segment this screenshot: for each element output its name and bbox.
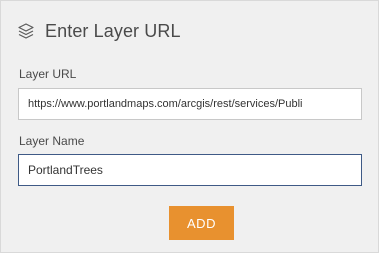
layer-name-input[interactable] xyxy=(18,154,362,186)
layer-url-input[interactable] xyxy=(18,88,362,120)
layer-name-label: Layer Name xyxy=(19,134,85,148)
enter-layer-url-panel: Enter Layer URL Layer URL Layer Name ADD xyxy=(0,0,379,253)
layers-icon xyxy=(17,22,35,40)
layer-url-label: Layer URL xyxy=(19,67,77,81)
panel-title: Enter Layer URL xyxy=(45,20,181,41)
panel-header: Enter Layer URL xyxy=(17,18,181,44)
add-button[interactable]: ADD xyxy=(169,206,234,240)
